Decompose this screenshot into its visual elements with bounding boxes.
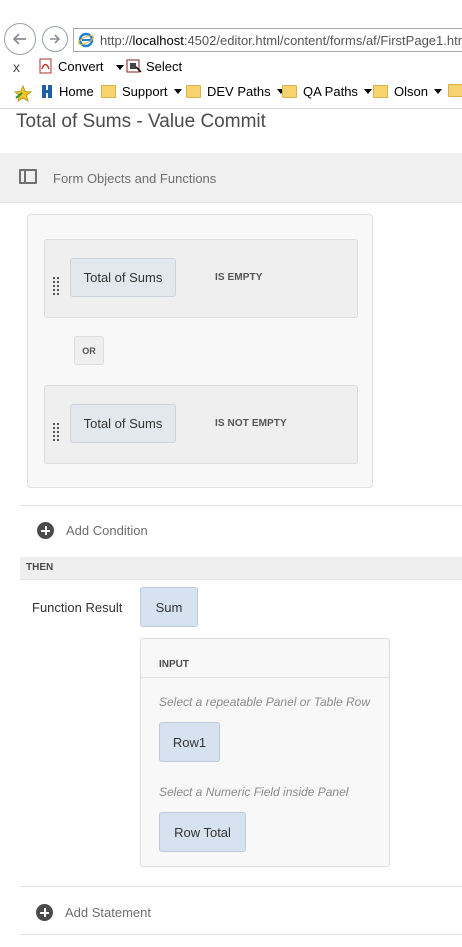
panel-value-chip[interactable]: Row1 (159, 722, 220, 762)
page-title: Total of Sums - Value Commit (16, 111, 266, 132)
add-circle-icon (36, 904, 53, 921)
url-path: :4502/editor.html/content/forms/af/First… (183, 32, 462, 48)
or-operator-chip[interactable]: OR (74, 336, 104, 365)
convert-label: Convert (58, 58, 104, 74)
title-divider (0, 108, 462, 109)
favorite-support[interactable]: Support (101, 84, 182, 99)
convert-button[interactable]: Convert (38, 58, 104, 74)
convert-dropdown-icon[interactable] (116, 65, 124, 70)
condition-row[interactable]: Total of Sums IS EMPTY (44, 239, 358, 318)
folder-icon (101, 85, 116, 98)
back-button[interactable] (4, 23, 36, 55)
divider (20, 505, 462, 506)
chevron-down-icon (433, 89, 442, 94)
function-chip[interactable]: Sum (140, 587, 198, 627)
favorite-overflow[interactable] (448, 84, 462, 97)
function-input-panel: INPUT Select a repeatable Panel or Table… (140, 638, 390, 867)
ie-logo-icon (78, 32, 94, 48)
folder-icon (186, 85, 201, 98)
add-circle-icon (37, 522, 54, 539)
condition-operator[interactable]: IS NOT EMPTY (215, 418, 287, 429)
condition-operator[interactable]: IS EMPTY (215, 272, 262, 283)
drag-handle-icon[interactable] (53, 423, 59, 441)
then-label: THEN (26, 562, 54, 573)
favorite-qa-paths-label: QA Paths (303, 84, 358, 99)
url-host: localhost (132, 32, 184, 48)
favorite-dev-paths[interactable]: DEV Paths (186, 84, 285, 99)
divider (20, 934, 462, 935)
favorite-qa-paths[interactable]: QA Paths (282, 84, 372, 99)
divider (20, 886, 462, 887)
home-favicon-icon (42, 85, 52, 98)
add-statement-button[interactable]: Add Statement (36, 904, 151, 921)
navigation-bar: http://localhost:4502/editor.html/conten… (0, 22, 462, 58)
select-icon (126, 59, 142, 73)
then-header: THEN (20, 557, 462, 580)
condition-field-chip[interactable]: Total of Sums (70, 404, 176, 443)
browser-chrome: http://localhost:4502/editor.html/conten… (0, 0, 462, 108)
folder-icon (282, 85, 297, 98)
chevron-down-icon (173, 89, 182, 94)
favorite-support-label: Support (122, 84, 168, 99)
select-button[interactable]: Select (126, 58, 182, 74)
select-label: Select (146, 58, 183, 74)
field-value-chip[interactable]: Row Total (159, 812, 246, 852)
back-arrow-icon (12, 33, 26, 45)
drag-handle-icon[interactable] (53, 277, 59, 295)
condition-row[interactable]: Total of Sums IS NOT EMPTY (44, 385, 358, 464)
favorite-olson-label: Olson (394, 84, 428, 99)
favorite-olson[interactable]: Olson (373, 84, 442, 99)
add-statement-label: Add Statement (65, 905, 151, 920)
form-objects-toggle[interactable]: Form Objects and Functions (0, 153, 462, 203)
address-bar[interactable]: http://localhost:4502/editor.html/conten… (73, 28, 462, 52)
input-label: INPUT (159, 659, 189, 670)
favorite-dev-paths-label: DEV Paths (207, 84, 271, 99)
command-bar: x Convert Select (0, 56, 462, 78)
add-condition-button[interactable]: Add Condition (37, 522, 148, 539)
form-objects-label: Form Objects and Functions (53, 171, 217, 186)
favorite-home-label: Home (59, 84, 94, 99)
panel-hint-text: Select a repeatable Panel or Table Row (159, 695, 371, 709)
url-prefix: http:// (100, 32, 133, 48)
favorites-bar: Home Support DEV Paths QA Paths Olson (0, 82, 462, 106)
field-hint-text: Select a Numeric Field inside Panel (159, 785, 349, 799)
forward-button[interactable] (42, 26, 68, 52)
sidebar-panel-icon (19, 169, 37, 184)
chevron-down-icon (363, 89, 372, 94)
favorites-star-icon[interactable] (14, 85, 32, 103)
favorite-home[interactable]: Home (41, 84, 94, 99)
pdf-convert-icon (39, 58, 52, 74)
folder-icon (448, 84, 462, 97)
input-header: INPUT (141, 639, 389, 678)
folder-icon (373, 85, 388, 98)
add-condition-label: Add Condition (66, 523, 148, 538)
forward-arrow-icon (50, 34, 61, 44)
close-toolbar-button[interactable]: x (13, 59, 20, 75)
condition-field-chip[interactable]: Total of Sums (70, 258, 176, 297)
function-result-label: Function Result (32, 600, 123, 615)
